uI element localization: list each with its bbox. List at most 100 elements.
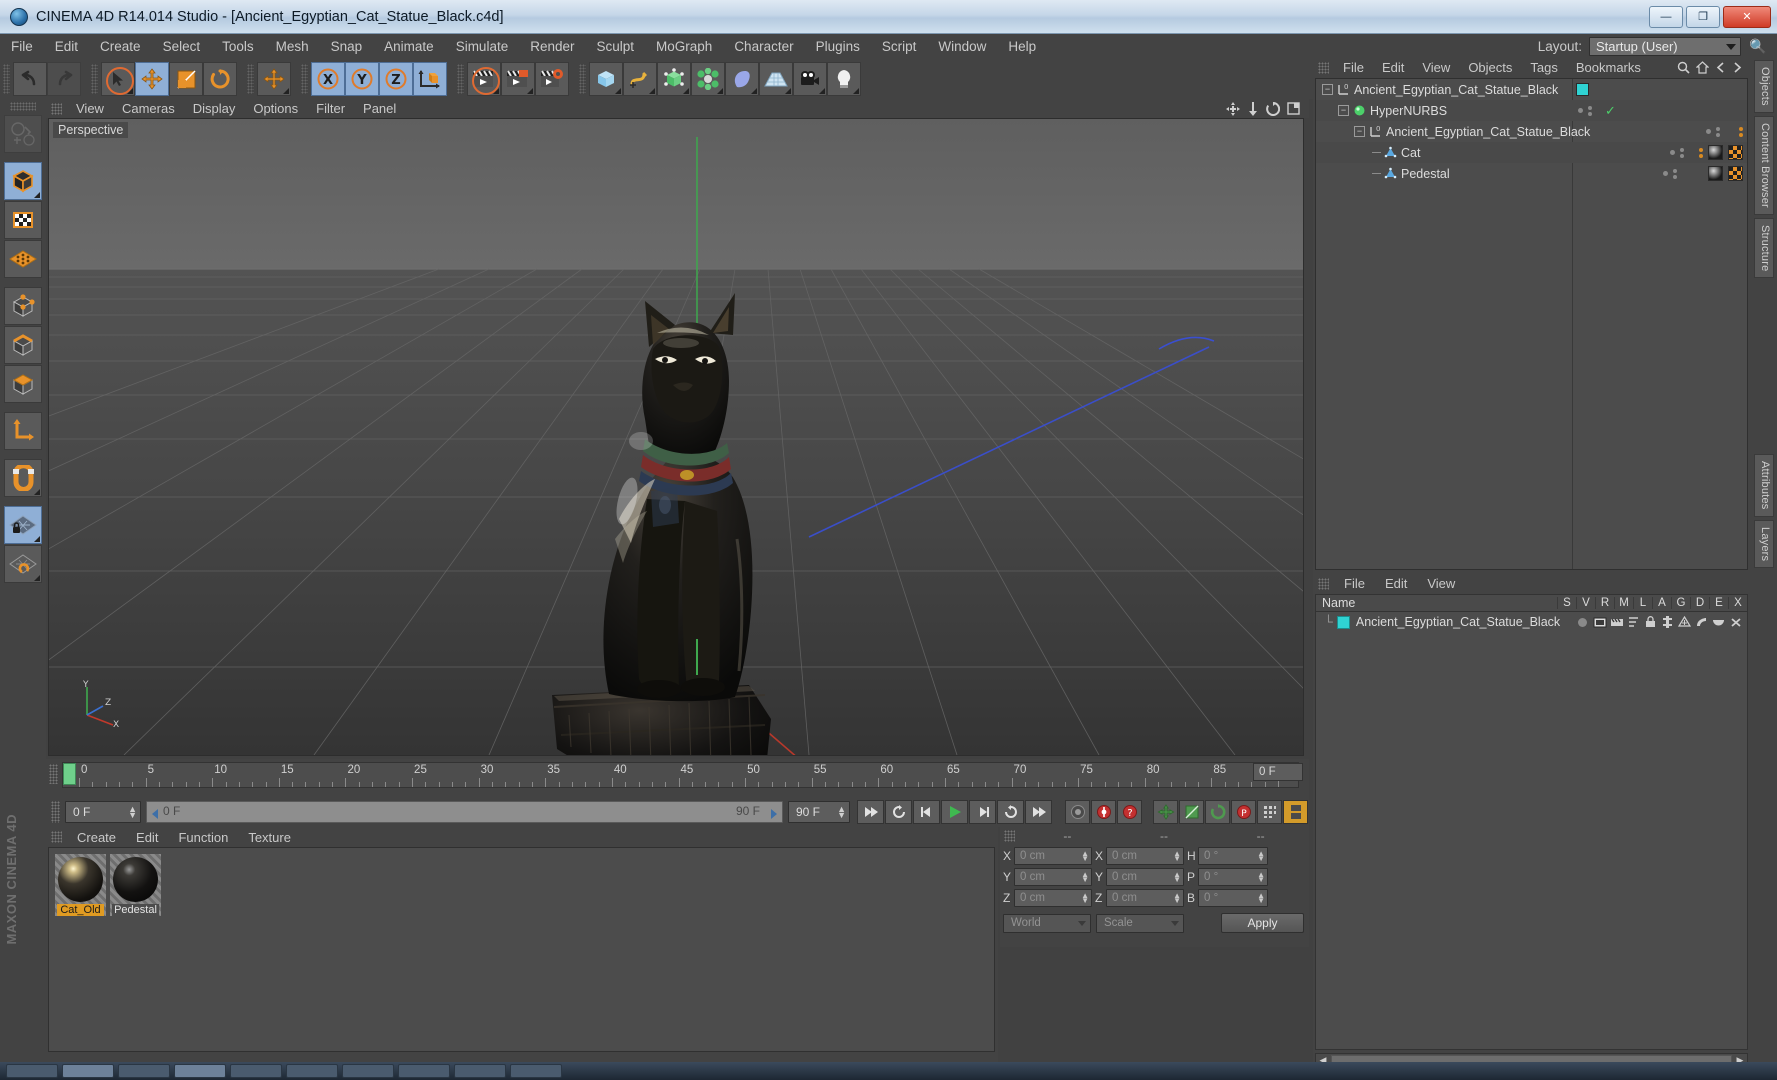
layer-color-swatch[interactable] — [1576, 83, 1589, 96]
axis-L-icon[interactable] — [4, 412, 42, 450]
cube-primitive-icon[interactable] — [589, 62, 623, 96]
layer-menu-view[interactable]: View — [1417, 576, 1465, 591]
timeline-playhead[interactable] — [63, 763, 76, 785]
workplane-lock-corner[interactable] — [34, 536, 40, 542]
play-forwards-button[interactable] — [997, 800, 1024, 824]
material-menu-texture[interactable]: Texture — [238, 830, 301, 845]
light-bulb-icon[interactable] — [827, 62, 861, 96]
xref-flag-icon[interactable] — [1728, 615, 1743, 629]
visibility-dot-render-col[interactable] — [1588, 106, 1592, 116]
minimize-button[interactable]: — — [1649, 6, 1683, 28]
left-palette-grip[interactable] — [10, 102, 36, 111]
axis-y-icon[interactable]: Y — [345, 62, 379, 96]
rotation-key-icon[interactable] — [1205, 800, 1230, 824]
column-D[interactable]: D — [1690, 597, 1709, 609]
polygon-face-icon[interactable] — [4, 365, 42, 403]
taskbar-item[interactable] — [286, 1064, 338, 1078]
timeline-grip[interactable] — [49, 764, 58, 784]
nurbs-submenu-corner[interactable] — [683, 88, 689, 94]
material-manager-grip[interactable] — [51, 831, 62, 843]
dolly-view-icon[interactable] — [1247, 102, 1259, 116]
size-z-input[interactable]: 0 cm▲▼ — [1106, 889, 1184, 907]
spinner-icon[interactable]: ▲▼ — [1173, 872, 1181, 882]
array-cluster-icon[interactable] — [691, 62, 725, 96]
model-cube-icon[interactable] — [4, 162, 42, 200]
column-A[interactable]: A — [1652, 597, 1671, 609]
menu-render[interactable]: Render — [519, 34, 585, 59]
point-vertex-icon[interactable] — [4, 287, 42, 325]
render-region-icon[interactable] — [501, 62, 535, 96]
viewport-menu-options[interactable]: Options — [244, 99, 307, 118]
visibility-dot-render-col[interactable] — [1680, 148, 1684, 158]
scale-tool[interactable] — [169, 62, 203, 96]
selection-tag-icon[interactable] — [1728, 145, 1743, 160]
range-right-handle[interactable] — [771, 809, 777, 819]
workplane-rotate-corner[interactable] — [34, 575, 40, 581]
object-menu-file[interactable]: File — [1334, 60, 1373, 75]
visibility-dot-editor[interactable] — [1663, 171, 1668, 176]
visibility-dot-render-col[interactable] — [1716, 127, 1720, 137]
menu-create[interactable]: Create — [89, 34, 152, 59]
workplane-lock-icon[interactable] — [4, 506, 42, 544]
taskbar-item[interactable] — [62, 1064, 114, 1078]
rotation-p-input[interactable]: 0 °▲▼ — [1198, 868, 1268, 886]
taskbar-item[interactable] — [454, 1064, 506, 1078]
menu-file[interactable]: File — [0, 34, 44, 59]
magnet-icon[interactable] — [4, 459, 42, 497]
layer-list[interactable]: └ Ancient_Egyptian_Cat_Statue_Black — [1315, 612, 1748, 1050]
animation-layer-icon[interactable] — [1283, 800, 1308, 824]
viewport-menu-cameras[interactable]: Cameras — [113, 99, 184, 118]
expander-minus-icon[interactable]: − — [1322, 84, 1333, 95]
autokey-icon[interactable] — [1091, 800, 1116, 824]
render-submenu-corner[interactable] — [493, 88, 499, 94]
menu-tools[interactable]: Tools — [211, 34, 265, 59]
tab-structure[interactable]: Structure — [1754, 218, 1774, 278]
column-X[interactable]: X — [1728, 597, 1747, 609]
viewport-menu-filter[interactable]: Filter — [307, 99, 354, 118]
preview-range-slider[interactable]: 0 F 90 F — [146, 801, 783, 823]
range-left-handle[interactable] — [152, 809, 158, 819]
floor-plane-icon[interactable] — [759, 62, 793, 96]
generator-flag-icon[interactable] — [1677, 615, 1692, 629]
menu-sculpt[interactable]: Sculpt — [586, 34, 646, 59]
rotation-b-input[interactable]: 0 °▲▼ — [1198, 889, 1268, 907]
spinner-icon[interactable]: ▲▼ — [1173, 851, 1181, 861]
layer-menu-edit[interactable]: Edit — [1375, 576, 1417, 591]
hypernurbs-icon[interactable] — [657, 62, 691, 96]
spinner-icon[interactable]: ▲▼ — [128, 806, 137, 818]
texture-tag-icon[interactable] — [1708, 166, 1723, 181]
taskbar-item[interactable] — [118, 1064, 170, 1078]
spinner-icon[interactable]: ▲▼ — [1257, 872, 1265, 882]
spinner-icon[interactable]: ▲▼ — [1081, 893, 1089, 903]
enabled-check-icon[interactable]: ✓ — [1605, 103, 1616, 119]
coordinate-manager-grip[interactable] — [1004, 830, 1015, 842]
object-manager-grip[interactable] — [1318, 62, 1329, 74]
manager-flag-icon[interactable] — [1626, 615, 1641, 629]
back-icon[interactable] — [1715, 61, 1726, 74]
make-editable-icon[interactable] — [4, 115, 42, 153]
menu-select[interactable]: Select — [152, 34, 212, 59]
solo-flag-icon[interactable] — [1575, 615, 1590, 629]
maximize-button[interactable]: ❐ — [1686, 6, 1720, 28]
tab-objects[interactable]: Objects — [1754, 60, 1774, 113]
render-settings-icon[interactable] — [535, 62, 569, 96]
animation-flag-icon[interactable] — [1660, 615, 1675, 629]
home-icon[interactable] — [1696, 61, 1709, 74]
expander-minus-icon[interactable]: − — [1338, 105, 1349, 116]
deformer-submenu-corner[interactable] — [751, 88, 757, 94]
material-item[interactable]: Cat_Old — [55, 854, 106, 916]
scale-key-icon[interactable] — [1179, 800, 1204, 824]
viewport-menu-view[interactable]: View — [67, 99, 113, 118]
object-row-statue[interactable]: − 0 Ancient_Egyptian_Cat_Statue_Black — [1316, 121, 1747, 142]
axis-x-icon[interactable]: X — [311, 62, 345, 96]
question-key-icon[interactable]: ? — [1117, 800, 1142, 824]
visibility-dot-render-col[interactable] — [1673, 169, 1677, 179]
bend-deformer-icon[interactable] — [725, 62, 759, 96]
menu-snap[interactable]: Snap — [320, 34, 374, 59]
column-V[interactable]: V — [1576, 597, 1595, 609]
transport-grip[interactable] — [51, 801, 60, 823]
close-button[interactable]: ✕ — [1723, 6, 1771, 28]
play-button[interactable] — [941, 800, 968, 824]
light-submenu-corner[interactable] — [853, 88, 859, 94]
visibility-dot-editor[interactable] — [1670, 150, 1675, 155]
